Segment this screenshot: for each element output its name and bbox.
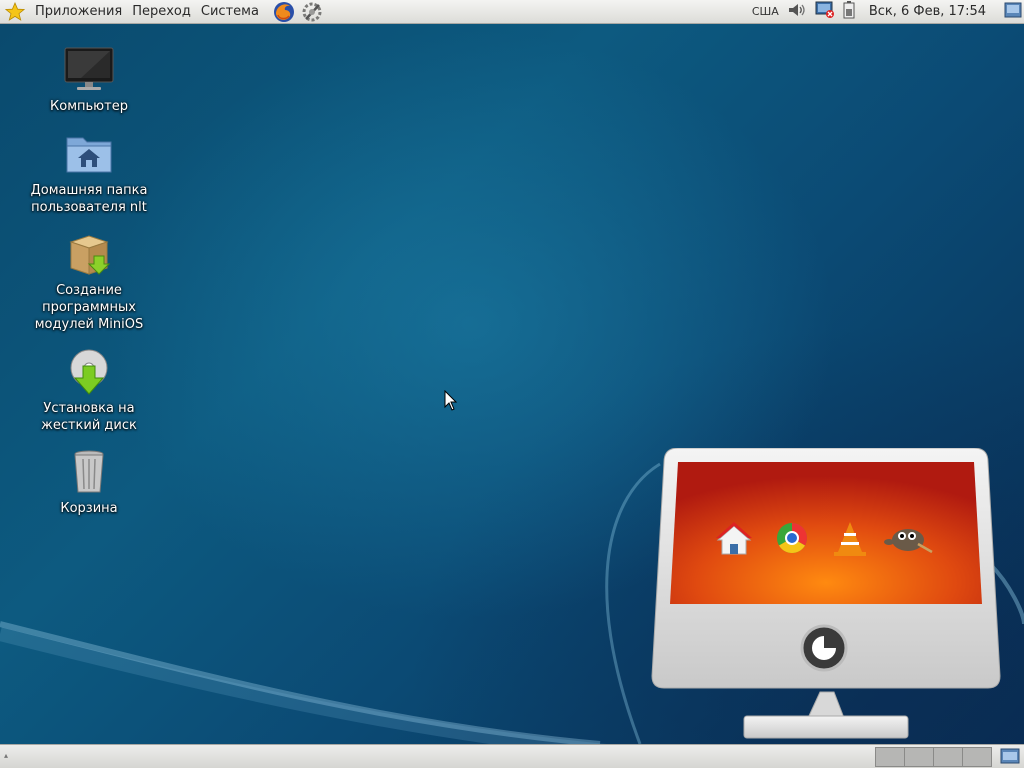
wallpaper-monitor-logo	[651, 448, 1001, 739]
top-panel: Приложения Переход Система США Вск, 6 Фе…	[0, 0, 1024, 24]
desktop-icon-trash[interactable]: Корзина	[14, 448, 164, 517]
network-disconnected-icon[interactable]	[815, 1, 835, 23]
icon-label: Корзина	[60, 501, 118, 516]
show-desktop-icon[interactable]	[1004, 2, 1022, 22]
firefox-launcher-icon[interactable]	[270, 0, 298, 24]
keyboard-layout-indicator[interactable]: США	[752, 5, 779, 18]
workspace-4[interactable]	[962, 747, 992, 767]
clock[interactable]: Вск, 6 Фев, 17:54	[869, 4, 986, 19]
workspace-1[interactable]	[875, 747, 905, 767]
workspace-2[interactable]	[904, 747, 934, 767]
desktop-icon-home-folder[interactable]: Домашняя папка пользователя nlt	[14, 130, 164, 216]
install-disk-icon	[70, 349, 108, 395]
package-icon	[69, 235, 111, 275]
bottom-panel: ▴	[0, 744, 1024, 768]
workspace-3[interactable]	[933, 747, 963, 767]
mouse-cursor	[444, 390, 458, 411]
volume-icon[interactable]	[787, 2, 807, 22]
icon-label: Компьютер	[50, 99, 128, 114]
icon-label: Домашняя папка пользователя nlt	[30, 183, 148, 215]
home-folder-icon	[66, 137, 112, 173]
desktop-icon-create-modules[interactable]: Создание программных модулей MiniOS	[14, 230, 164, 333]
menu-applications[interactable]: Приложения	[30, 0, 127, 24]
main-menu-star-icon[interactable]	[0, 0, 30, 24]
menu-places[interactable]: Переход	[127, 0, 196, 24]
menu-system[interactable]: Система	[196, 0, 264, 24]
system-tray: США Вск, 6 Фев, 17:54	[748, 0, 1024, 24]
window-list-icon[interactable]	[1000, 748, 1020, 768]
panel-handle-icon[interactable]: ▴	[4, 751, 8, 760]
icon-label: Установка на жесткий диск	[41, 401, 137, 433]
workspace-switcher[interactable]	[875, 747, 992, 767]
desktop[interactable]: Компьютер Домашняя папка пользователя nl…	[0, 24, 1024, 744]
desktop-icon-computer[interactable]: Компьютер	[14, 46, 164, 115]
settings-tool-launcher-icon[interactable]	[298, 0, 326, 24]
icon-label: Создание программных модулей MiniOS	[34, 283, 144, 332]
battery-icon[interactable]	[843, 0, 855, 23]
chrome-icon	[777, 523, 808, 554]
trash-icon	[74, 450, 104, 493]
computer-icon	[64, 47, 114, 90]
desktop-icon-install[interactable]: Установка на жесткий диск	[14, 348, 164, 434]
